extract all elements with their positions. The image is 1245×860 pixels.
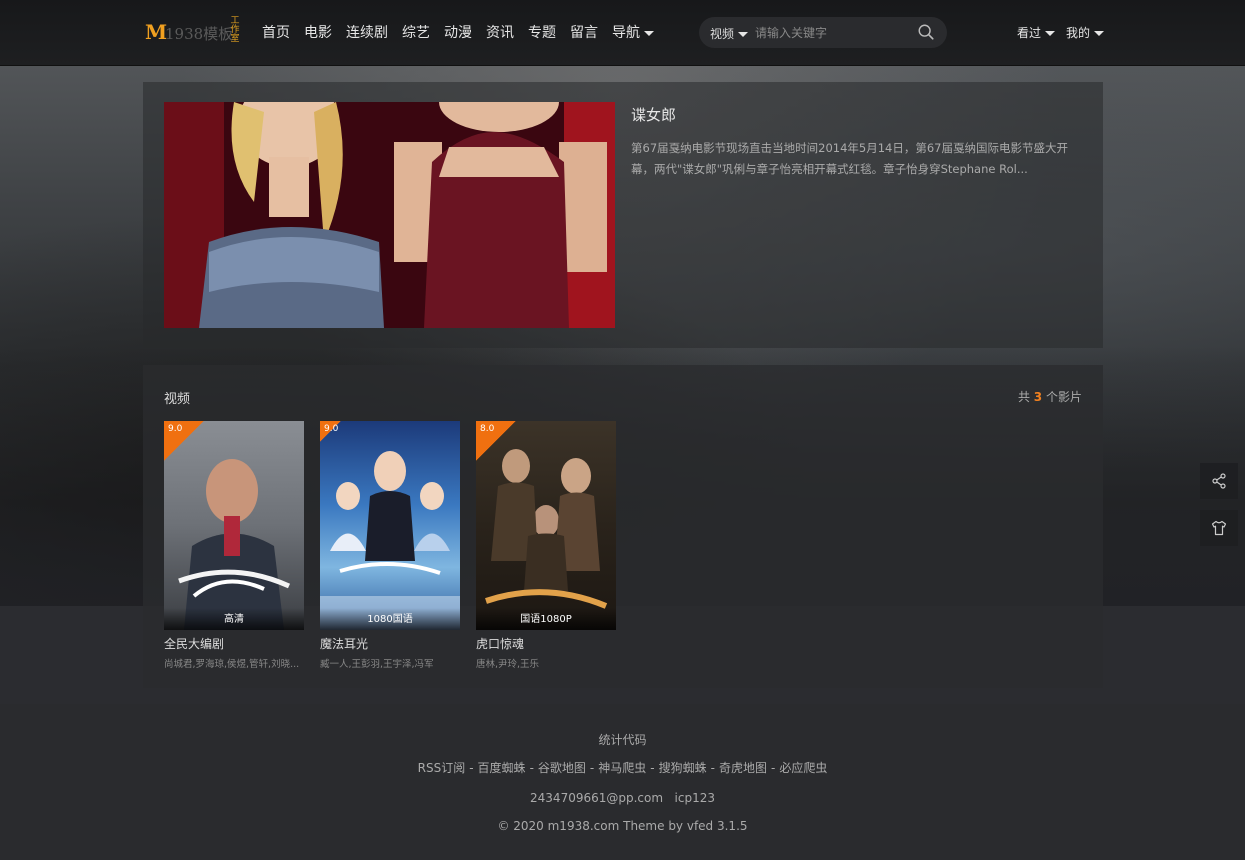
footer-link-shenma[interactable]: 神马爬虫 [598, 761, 646, 775]
video-poster[interactable]: 8.0 国语1080P [476, 421, 616, 630]
search-bar: 视频 [699, 17, 947, 48]
logo-badge: 工作室 [230, 16, 240, 44]
footer-links: RSS订阅 - 百度蜘蛛 - 谷歌地图 - 神马爬虫 - 搜狗蜘蛛 - 奇虎地图 - 必应爬虫 [417, 761, 828, 775]
theme-button[interactable] [1200, 510, 1238, 546]
video-poster[interactable]: 9.0 高清 [164, 421, 304, 630]
logo-text: 1938模板 [165, 25, 234, 43]
score-badge: 9.0 [168, 424, 183, 434]
footer-link-sogou[interactable]: 搜狗蜘蛛 [659, 761, 707, 775]
stats-code: 统计代码 [598, 733, 647, 747]
featured-photo [164, 102, 615, 328]
search-category-select[interactable]: 视频 [710, 25, 749, 42]
search-button[interactable] [917, 23, 937, 43]
logo-letter: M [145, 20, 168, 44]
chevron-down-icon [1094, 31, 1105, 36]
footer-link-rss[interactable]: RSS订阅 [418, 761, 466, 775]
site-logo[interactable]: M 1938模板 工作室 [145, 17, 245, 47]
quality-label: 1080国语 [320, 608, 460, 630]
nav-topics[interactable]: 专题 [528, 22, 556, 42]
count-prefix: 共 [1017, 390, 1030, 404]
footer-contact: 2434709661@pp.com icp123 [0, 791, 1245, 805]
user-menu[interactable]: 我的 [1066, 24, 1105, 41]
main-nav: 首页 电影 连续剧 综艺 动漫 资讯 专题 留言 导航 [262, 22, 668, 42]
chevron-down-icon [738, 32, 749, 37]
nav-anime[interactable]: 动漫 [444, 22, 472, 42]
nav-series[interactable]: 连续剧 [346, 22, 388, 42]
video-actors: 尚城君,罗海琼,侯煜,管轩,刘晓... [164, 659, 300, 670]
user-menu-label: 我的 [1066, 26, 1091, 40]
nav-news[interactable]: 资讯 [486, 22, 514, 42]
search-input[interactable] [755, 23, 905, 43]
share-button[interactable] [1200, 463, 1238, 499]
video-actors: 唐林,尹玲,王乐 [476, 659, 540, 670]
score-badge: 9.0 [324, 424, 339, 434]
count-suffix: 个影片 [1045, 390, 1082, 404]
quality-label: 国语1080P [476, 608, 616, 630]
tshirt-icon [1211, 520, 1227, 536]
nav-navigation-label: 导航 [612, 25, 640, 41]
featured-article: 谍女郎 第67届戛纳电影节现场直击当地时间2014年5月14日，第67届戛纳国际… [143, 82, 1103, 348]
video-count: 共 3 个影片 [1018, 388, 1082, 405]
video-actors: 臧一人,王彭羽,王宇泽,冯军 [320, 659, 434, 670]
score-badge: 8.0 [480, 424, 495, 434]
quality-label: 高清 [164, 608, 304, 630]
history-menu[interactable]: 看过 [1017, 24, 1056, 41]
site-footer: 统计代码 RSS订阅 - 百度蜘蛛 - 谷歌地图 - 神马爬虫 - 搜狗蜘蛛 - 奇虎地图 - 必应爬虫… [0, 704, 1245, 860]
nav-guestbook[interactable]: 留言 [570, 22, 598, 42]
footer-icp: icp123 [674, 791, 715, 805]
video-title[interactable]: 魔法耳光 [320, 635, 460, 652]
search-category-label: 视频 [710, 27, 735, 41]
video-title[interactable]: 虎口惊魂 [476, 635, 616, 652]
featured-title[interactable]: 谍女郎 [631, 104, 676, 125]
nav-home[interactable]: 首页 [262, 22, 290, 42]
video-section: 视频 共 3 个影片 9.0 高清 全民大编剧 尚城君,罗海琼,侯煜,管轩,刘晓… [143, 365, 1103, 688]
video-title[interactable]: 全民大编剧 [164, 635, 304, 652]
history-label: 看过 [1017, 26, 1042, 40]
search-icon [918, 24, 934, 40]
nav-navigation-dropdown[interactable]: 导航 [612, 22, 654, 42]
featured-description: 第67届戛纳电影节现场直击当地时间2014年5月14日，第67届戛纳国际电影节盛… [631, 141, 1068, 176]
share-icon [1212, 473, 1226, 489]
chevron-down-icon [1045, 31, 1056, 36]
video-card: 9.0 1080国语 魔法耳光 臧一人,王彭羽,王宇泽,冯军 [320, 421, 460, 670]
video-poster[interactable]: 9.0 1080国语 [320, 421, 460, 630]
video-card: 9.0 高清 全民大编剧 尚城君,罗海琼,侯煜,管轩,刘晓... [164, 421, 304, 670]
footer-link-baidu[interactable]: 百度蜘蛛 [478, 761, 526, 775]
video-card: 8.0 国语1080P 虎口惊魂 唐林,尹玲,王乐 [476, 421, 616, 670]
site-header: M 1938模板 工作室 首页 电影 连续剧 综艺 动漫 资讯 专题 留言 导航… [0, 0, 1245, 66]
footer-link-google[interactable]: 谷歌地图 [538, 761, 586, 775]
footer-email: 2434709661@pp.com [530, 791, 664, 805]
chevron-down-icon [644, 30, 654, 36]
nav-movies[interactable]: 电影 [304, 22, 332, 42]
count-value: 3 [1033, 390, 1043, 404]
section-title: 视频 [164, 392, 191, 407]
nav-variety[interactable]: 综艺 [402, 22, 430, 42]
footer-link-bing[interactable]: 必应爬虫 [779, 761, 827, 775]
footer-copyright: © 2020 m1938.com Theme by vfed 3.1.5 [497, 819, 748, 833]
featured-image[interactable] [164, 102, 615, 328]
footer-link-qihoo[interactable]: 奇虎地图 [719, 761, 767, 775]
